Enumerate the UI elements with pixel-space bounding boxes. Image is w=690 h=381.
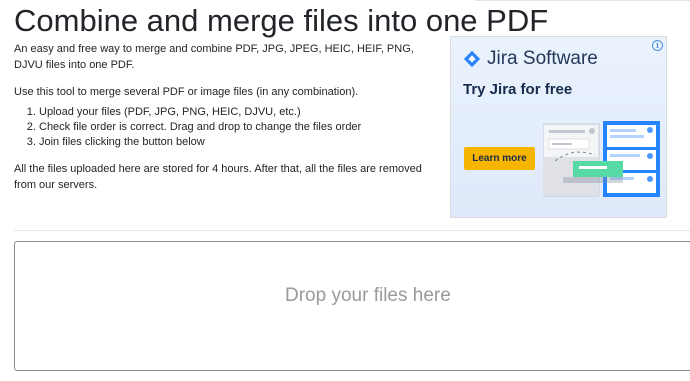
section-divider: [14, 230, 690, 231]
advertisement-banner[interactable]: i Jira Software Try Jira for free Learn …: [450, 36, 667, 218]
step-item: Join files clicking the button below: [39, 135, 434, 150]
step-item: Upload your files (PDF, JPG, PNG, HEIC, …: [39, 105, 434, 120]
top-divider: [475, 0, 690, 1]
usage-text: Use this tool to merge several PDF or im…: [14, 86, 359, 98]
step-item: Check file order is correct. Drag and dr…: [39, 120, 434, 135]
ad-brand: Jira Software: [463, 48, 598, 70]
ad-illustration: [543, 121, 660, 197]
merge-pdf-page: Combine and merge files into one PDF An …: [0, 0, 690, 381]
drop-zone-label: Drop your files here: [285, 285, 451, 306]
ad-brand-name: Jira Software: [487, 48, 598, 69]
file-drop-zone[interactable]: Drop your files here: [14, 241, 690, 371]
page-title: Combine and merge files into one PDF: [14, 3, 549, 38]
ad-info-icon[interactable]: i: [652, 40, 663, 51]
jira-logo-icon: [463, 50, 481, 68]
learn-more-button[interactable]: Learn more: [464, 147, 535, 170]
description-section: An easy and free way to merge and combin…: [14, 41, 434, 193]
intro-text: An easy and free way to merge and combin…: [14, 43, 414, 71]
steps-list: Upload your files (PDF, JPG, PNG, HEIC, …: [14, 105, 434, 150]
ad-headline: Try Jira for free: [463, 81, 573, 98]
storage-note: All the files uploaded here are stored f…: [14, 163, 422, 191]
